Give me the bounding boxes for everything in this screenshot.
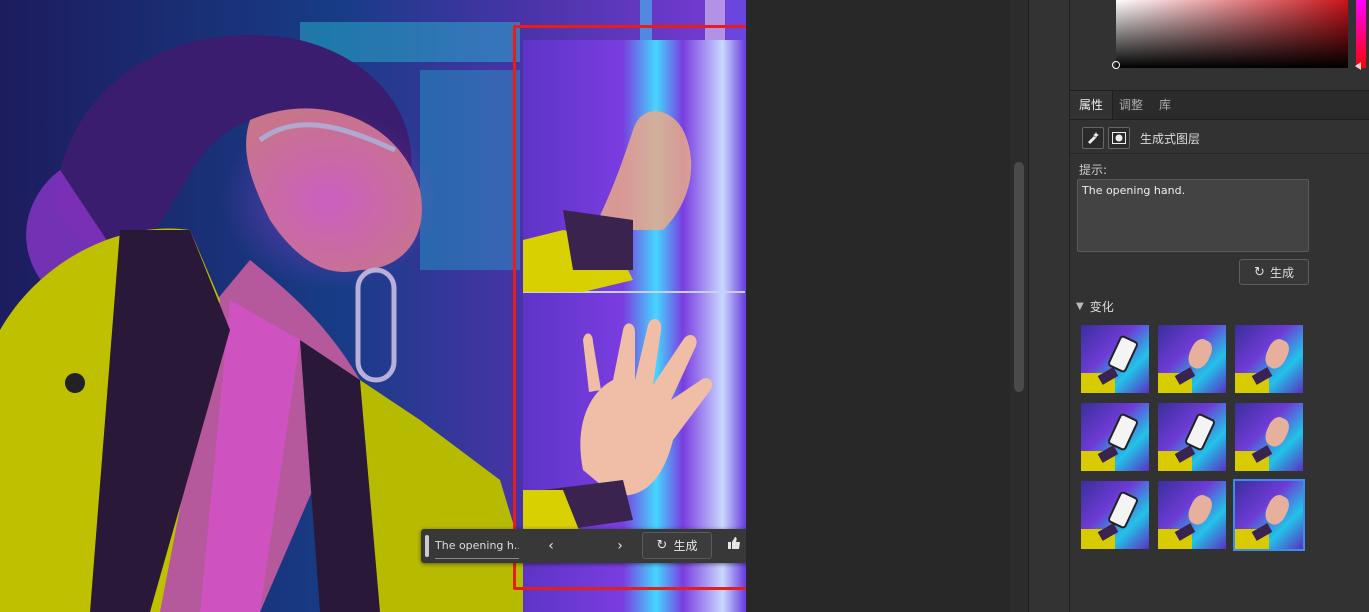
thumbnail-phone	[1183, 412, 1217, 452]
chevron-right-icon: ›	[617, 538, 623, 554]
variation-thumbnail[interactable]	[1081, 325, 1149, 393]
variation-thumbnail[interactable]	[1235, 403, 1303, 471]
prompt-label: 提示:	[1079, 163, 1108, 177]
variation-thumbnail[interactable]	[1158, 325, 1226, 393]
color-picker-handle[interactable]	[1112, 61, 1120, 69]
toolbar-generate-label: 生成	[673, 539, 698, 553]
properties-panel: 属性 调整 库 生成式图层 提示: The opening hand. ↻ 生成…	[1069, 0, 1369, 612]
tab-adjustments[interactable]: 调整	[1110, 91, 1152, 119]
variation-preview	[523, 40, 745, 612]
generate-icon: ↻	[656, 538, 668, 553]
hue-marker-icon[interactable]	[1355, 62, 1361, 70]
generative-layer-icon[interactable]	[1082, 127, 1104, 149]
panel-dock-strip	[1028, 0, 1069, 612]
variation-thumbnail[interactable]	[1081, 403, 1149, 471]
tab-properties[interactable]: 属性	[1070, 91, 1114, 119]
toolbar-generate-button[interactable]: ↻ 生成	[642, 532, 712, 559]
document-canvas[interactable]: The opening h... ‹ › ↻ 生成 ··· ▾	[0, 0, 746, 612]
variation-thumbnail[interactable]	[1235, 325, 1303, 393]
color-picker-field[interactable]	[1112, 0, 1348, 69]
thumbnail-phone	[1106, 412, 1140, 452]
variation-thumbnail[interactable]	[1158, 481, 1226, 549]
previous-variation-button[interactable]: ‹	[541, 534, 561, 558]
variation-thumbnail[interactable]	[1081, 481, 1149, 549]
layer-type-label: 生成式图层	[1140, 131, 1201, 146]
variations-label: 变化	[1089, 300, 1114, 314]
generate-icon: ↻	[1254, 264, 1265, 280]
vertical-scrollbar[interactable]	[1010, 0, 1028, 612]
scrollbar-thumb[interactable]	[1014, 162, 1024, 392]
prompt-input[interactable]: The opening hand.	[1077, 179, 1309, 252]
next-variation-button[interactable]: ›	[610, 534, 630, 558]
variation-thumbnail[interactable]	[1158, 403, 1226, 471]
layer-type-row: 生成式图层	[1082, 127, 1201, 149]
thumbnail-phone	[1106, 490, 1140, 530]
contextual-task-bar: The opening h... ‹ › ↻ 生成 ··· ▾	[421, 529, 746, 563]
panel-tabs: 属性 调整 库	[1070, 90, 1369, 120]
thumbnail-phone	[1106, 334, 1140, 374]
generate-label: 生成	[1269, 265, 1294, 280]
pasteboard	[746, 0, 1010, 612]
chevron-down-icon: ▼	[1076, 301, 1084, 312]
thumbs-up-icon	[728, 537, 740, 549]
generate-button[interactable]: ↻ 生成	[1239, 259, 1309, 285]
layer-mask-icon[interactable]	[1108, 127, 1130, 149]
toolbar-prompt-field[interactable]: The opening h...	[435, 534, 519, 559]
chevron-left-icon: ‹	[548, 538, 554, 554]
variations-header[interactable]: ▼ 变化	[1076, 298, 1114, 315]
hue-slider[interactable]	[1356, 0, 1366, 68]
divider	[1070, 153, 1369, 154]
thumbs-up-button[interactable]	[723, 534, 745, 558]
drag-handle[interactable]	[425, 535, 429, 557]
tab-libraries[interactable]: 库	[1150, 91, 1180, 119]
variation-thumbnail[interactable]	[1233, 479, 1305, 551]
